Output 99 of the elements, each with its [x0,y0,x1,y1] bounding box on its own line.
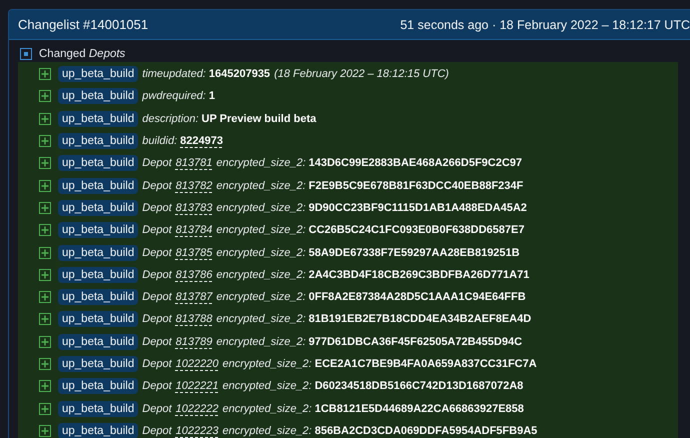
field-value: CC26B5C24C1FC093E0B0F638DD6587E7 [308,224,524,236]
depot-label: Depot [142,336,172,348]
plus-icon[interactable] [39,380,51,392]
field-key: encrypted_size_2: [216,313,306,326]
field-value: 2A4C3BD4F18CB269C3BDFBA26D771A71 [308,268,530,281]
app-tag[interactable]: up_beta_build [58,133,138,150]
app-tag[interactable]: up_beta_build [58,110,138,127]
collapse-icon[interactable] [20,48,32,60]
depot-label: Depot [142,180,172,192]
field-key: encrypted_size_2: [222,424,312,437]
date-note: (18 February 2022 – 18:12:15 UTC) [274,68,449,80]
field-value: 856BA2CD3CDA069DDFA5954ADF5FB9A5 [314,424,538,437]
plus-icon[interactable] [39,313,51,326]
depot-link[interactable]: 1022222 [176,402,218,415]
field-key: timeupdated: [142,68,206,80]
field-value: D60234518DB5166C742D13D1687072A8 [314,380,524,392]
plus-icon[interactable] [39,202,51,214]
plus-icon[interactable] [39,402,51,415]
app-tag[interactable]: up_beta_build [58,289,138,306]
field-key: encrypted_size_2: [222,402,312,415]
field-value: 0FF8A2E87384A28D5C1AAA1C94E64FFB [308,291,526,304]
field-value: F2E9B5C9E678B81F63DCC40EB88F234F [308,180,524,192]
plus-icon[interactable] [39,291,51,304]
depot-link[interactable]: 1022221 [176,380,218,392]
depot-label: Depot [142,202,172,214]
depot-link[interactable]: 813783 [176,202,212,214]
depot-label: Depot [142,291,172,304]
app-tag[interactable]: up_beta_build [58,356,138,372]
depot-label: Depot [142,246,172,259]
depot-link[interactable]: 813781 [176,157,212,170]
plus-icon[interactable] [39,135,51,148]
field-key: encrypted_size_2: [222,358,312,370]
field-key: encrypted_size_2: [216,268,306,281]
plus-icon[interactable] [39,180,51,192]
app-tag[interactable]: up_beta_build [58,334,138,350]
app-tag[interactable]: up_beta_build [58,88,138,104]
field-value: 1 [208,90,215,102]
depot-label: Depot [142,224,172,236]
depot-label: Depot [142,424,172,437]
field-key: buildid: [142,135,178,148]
field-value: ECE2A1C7BE9B4FA0A659A837CC31FC7A [314,358,537,370]
app-tag[interactable]: up_beta_build [58,422,138,438]
depot-link[interactable]: 813788 [176,313,212,326]
field-value: 977D61DBCA36F45F62505A72B455D94C [308,336,522,348]
plus-icon[interactable] [39,268,51,281]
depot-link[interactable]: 813782 [176,180,212,192]
app-tag[interactable]: up_beta_build [58,66,138,82]
app-tag[interactable]: up_beta_build [58,311,138,328]
field-key: encrypted_size_2: [216,291,306,304]
field-key: encrypted_size_2: [222,380,312,392]
field-value: 9D90CC23BF9C1115D1AB1A488EDA45A2 [308,202,527,214]
field-key: encrypted_size_2: [216,180,306,192]
app-tag[interactable]: up_beta_build [58,400,138,417]
changelist-title: Changelist #14001051 [18,17,148,32]
plus-icon[interactable] [39,424,51,437]
value-link[interactable]: 8224973 [180,135,223,148]
field-key: encrypted_size_2: [216,246,306,259]
section-label: Changed Depots [39,48,126,60]
field-key: encrypted_size_2: [216,157,306,170]
field-key: pwdrequired: [142,90,206,102]
depot-label: Depot [142,402,172,415]
depot-label: Depot [142,268,172,281]
plus-icon[interactable] [39,224,51,236]
field-value: UP Preview build beta [202,112,316,125]
plus-icon[interactable] [39,90,51,102]
plus-icon[interactable] [39,246,51,259]
field-value: 1CB8121E5D44689A22CA66863927E858 [314,402,524,415]
depot-label: Depot [142,380,172,392]
depot-link[interactable]: 813786 [176,268,212,281]
field-key: description: [142,112,199,125]
app-tag[interactable]: up_beta_build [58,200,138,216]
field-key: encrypted_size_2: [216,224,306,236]
plus-icon[interactable] [39,336,51,348]
app-tag[interactable]: up_beta_build [58,155,138,172]
depot-label: Depot [142,313,172,326]
depot-link[interactable]: 1022223 [176,424,218,437]
plus-icon[interactable] [39,68,51,80]
timestamp: 51 seconds ago · 18 February 2022 – 18:12:17 UTC [400,18,690,32]
depot-link[interactable]: 813789 [176,336,212,348]
field-value: 1645207935 [208,68,270,80]
plus-icon[interactable] [39,157,51,170]
app-tag[interactable]: up_beta_build [58,244,138,261]
app-tag[interactable]: up_beta_build [58,378,138,394]
depot-link[interactable]: 813787 [176,291,212,304]
depot-link[interactable]: 813785 [176,246,212,259]
app-tag[interactable]: up_beta_build [58,178,138,194]
depot-label: Depot [142,157,172,170]
app-tag[interactable]: up_beta_build [58,222,138,238]
field-value: 143D6C99E2883BAE468A266D5F9C2C97 [308,157,522,170]
depot-label: Depot [142,358,172,370]
plus-icon[interactable] [39,112,51,125]
field-key: encrypted_size_2: [216,202,306,214]
depot-link[interactable]: 813784 [176,224,212,236]
app-tag[interactable]: up_beta_build [58,266,138,283]
field-key: encrypted_size_2: [216,336,306,348]
plus-icon[interactable] [39,358,51,370]
field-value: 58A9DE67338F7E59297AA28EB819251B [308,246,520,259]
depot-link[interactable]: 1022220 [176,358,218,370]
field-value: 81B191EB2E7B18CDD4EA34B2AEF8EA4D [308,313,532,326]
